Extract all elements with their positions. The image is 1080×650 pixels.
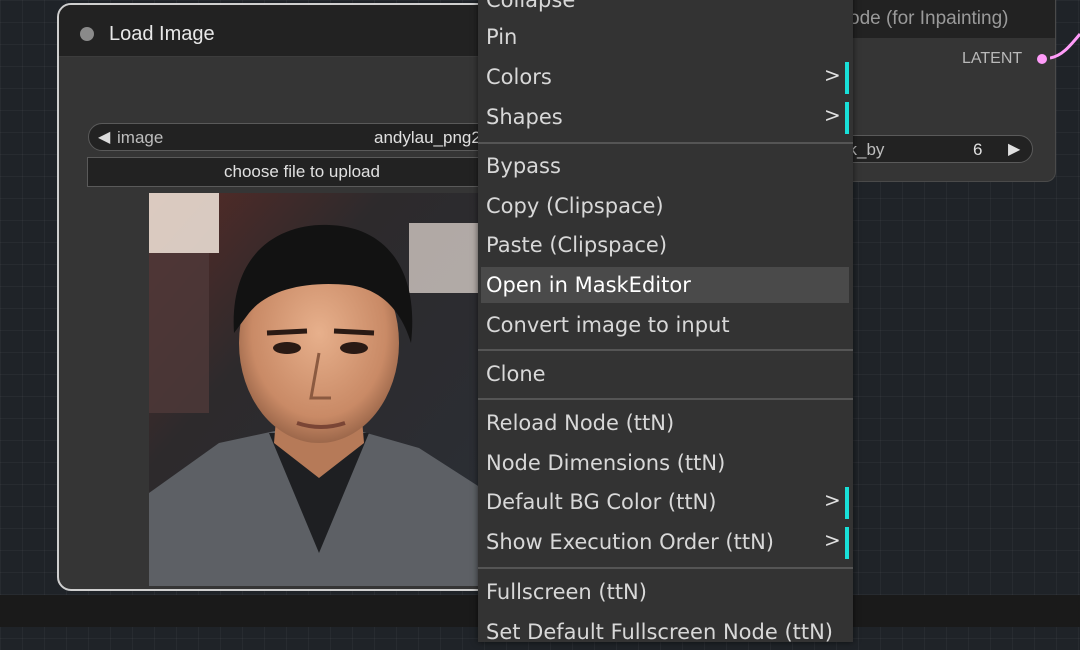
submenu-indicator: [845, 102, 849, 134]
submenu-arrow-icon: >: [824, 488, 841, 512]
node-title: ode (for Inpainting): [849, 8, 1009, 29]
submenu-arrow-icon: >: [824, 528, 841, 552]
submenu-indicator: [845, 487, 849, 519]
menu-item-copy-clipspace[interactable]: Copy (Clipspace): [481, 188, 849, 224]
menu-item-convert-image-to-input[interactable]: Convert image to input: [481, 307, 849, 343]
menu-item-set-default-fullscreen-node[interactable]: Set Default Fullscreen Node (ttN): [481, 614, 849, 650]
menu-separator: [478, 398, 853, 400]
menu-separator: [478, 349, 853, 351]
grow-mask-by-widget[interactable]: sk_by 6 ▶: [831, 135, 1033, 163]
vae-encode-inpaint-node[interactable]: ode (for Inpainting) LATENT sk_by 6 ▶: [830, 0, 1056, 182]
menu-item-shapes[interactable]: Shapes >: [481, 99, 849, 135]
menu-item-default-bg-color[interactable]: Default BG Color (ttN) >: [481, 484, 849, 520]
node-collapse-dot[interactable]: [80, 27, 94, 41]
menu-item-clone[interactable]: Clone: [481, 356, 849, 392]
latent-output-label: LATENT: [962, 50, 1023, 67]
portrait-image: [149, 193, 489, 586]
node-title-bar[interactable]: Load Image: [59, 5, 525, 57]
menu-item-show-execution-order[interactable]: Show Execution Order (ttN) >: [481, 524, 849, 560]
menu-item-reload-node[interactable]: Reload Node (ttN): [481, 405, 849, 441]
menu-item-colors[interactable]: Colors >: [481, 59, 849, 95]
image-preview: [149, 193, 489, 586]
menu-separator: [478, 567, 853, 569]
submenu-arrow-icon: >: [824, 63, 841, 87]
load-image-node[interactable]: Load Image ◀ image andylau_png2 choose f…: [57, 3, 527, 591]
node-title: Load Image: [109, 23, 215, 45]
latent-output-socket[interactable]: [1037, 54, 1047, 64]
choose-file-button[interactable]: choose file to upload: [87, 157, 517, 187]
node-title-bar[interactable]: ode (for Inpainting): [831, 0, 1055, 38]
image-widget-label: image: [117, 128, 164, 147]
menu-item-pin[interactable]: Pin: [481, 19, 849, 55]
menu-item-paste-clipspace[interactable]: Paste (Clipspace): [481, 227, 849, 263]
menu-item-open-in-maskeditor[interactable]: Open in MaskEditor: [481, 267, 849, 303]
triangle-left-icon[interactable]: ◀: [98, 127, 110, 147]
context-menu: Collapse Pin Colors > Shapes > Bypass Copy…: [478, 0, 853, 644]
submenu-arrow-icon: >: [824, 103, 841, 127]
menu-item-collapse[interactable]: Collapse: [481, 0, 849, 18]
submenu-indicator: [845, 62, 849, 94]
image-widget-value: andylau_png2: [374, 128, 481, 147]
image-combo-widget[interactable]: ◀ image andylau_png2: [88, 123, 508, 151]
menu-item-node-dimensions[interactable]: Node Dimensions (ttN): [481, 445, 849, 481]
submenu-indicator: [845, 527, 849, 559]
menu-item-fullscreen[interactable]: Fullscreen (ttN): [481, 574, 849, 610]
triangle-right-icon[interactable]: ▶: [1008, 139, 1020, 159]
menu-item-bypass[interactable]: Bypass: [481, 148, 849, 184]
latent-link-wire: [1050, 33, 1080, 60]
grow-mask-value: 6: [973, 140, 983, 159]
menu-separator: [478, 142, 853, 144]
